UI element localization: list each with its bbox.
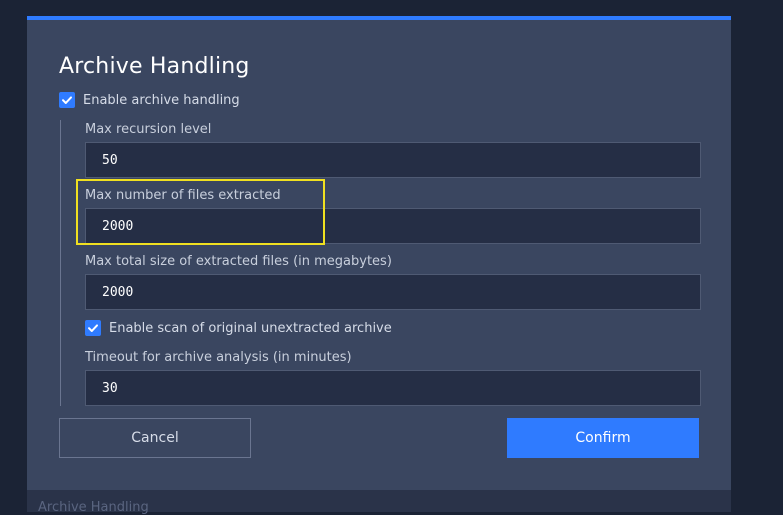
background-faded-label: Archive Handling	[38, 500, 149, 515]
max-size-input[interactable]	[85, 274, 701, 310]
timeout-label: Timeout for archive analysis (in minutes…	[85, 350, 352, 365]
enable-scan-original-label: Enable scan of original unextracted arch…	[109, 321, 392, 336]
group-indent-line	[60, 120, 61, 406]
enable-archive-handling-checkbox[interactable]	[59, 92, 75, 108]
enable-scan-original-checkbox[interactable]	[85, 320, 101, 336]
checkmark-icon	[88, 324, 98, 332]
confirm-button[interactable]: Confirm	[507, 418, 699, 458]
max-size-label: Max total size of extracted files (in me…	[85, 254, 392, 269]
dialog-title: Archive Handling	[59, 54, 250, 79]
max-recursion-input[interactable]	[85, 142, 701, 178]
max-files-input[interactable]	[85, 208, 701, 244]
enable-archive-handling-label: Enable archive handling	[83, 93, 240, 108]
max-files-label: Max number of files extracted	[85, 188, 281, 203]
max-recursion-label: Max recursion level	[85, 122, 212, 137]
archive-handling-dialog: Archive Handling Enable archive handling…	[27, 16, 731, 490]
checkmark-icon	[62, 96, 72, 104]
cancel-button[interactable]: Cancel	[59, 418, 251, 458]
timeout-input[interactable]	[85, 370, 701, 406]
